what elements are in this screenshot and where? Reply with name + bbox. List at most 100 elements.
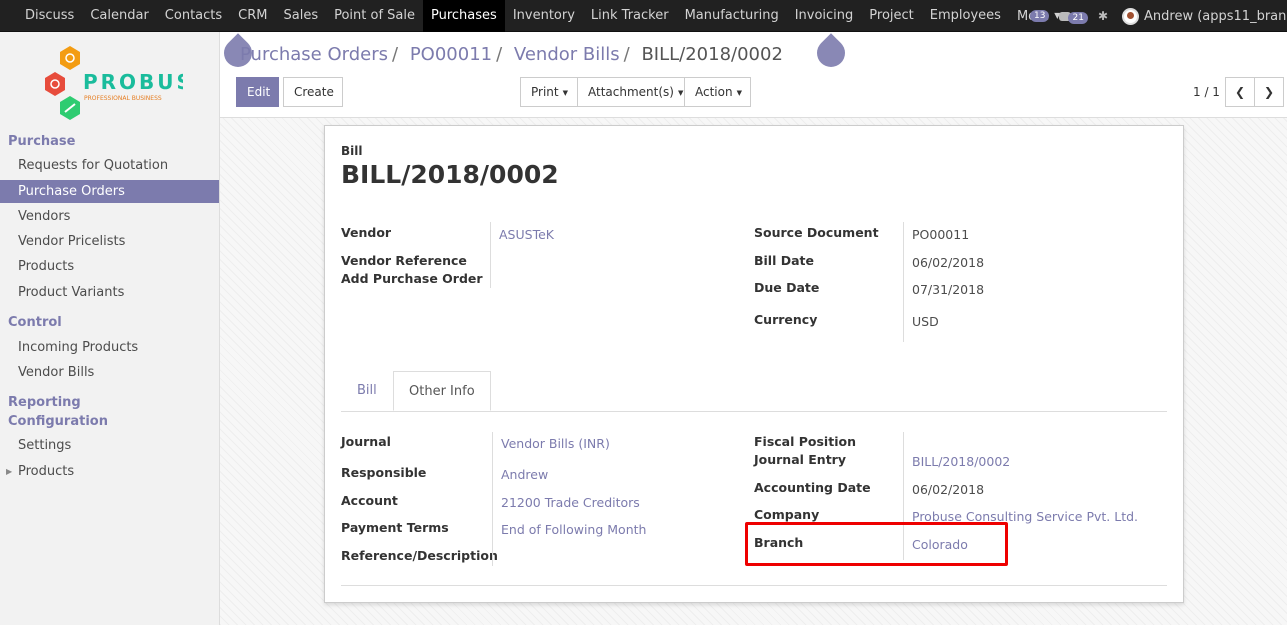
menu-project[interactable]: Project xyxy=(861,0,921,32)
breadcrumb-current: BILL/2018/0002 xyxy=(641,44,783,65)
vendor-reference-label: Vendor Reference xyxy=(341,253,467,268)
accounting-date-label: Accounting Date xyxy=(754,480,871,495)
chevron-right-icon: ❯ xyxy=(1263,85,1275,99)
messages-button[interactable]: 21 xyxy=(1059,9,1088,24)
breadcrumb: Purchase Orders / PO00011/ Vendor Bills / … xyxy=(240,44,783,65)
caret-down-icon: ▼ xyxy=(562,89,568,97)
menu-discuss[interactable]: Discuss xyxy=(0,0,82,32)
breadcrumb-separator: / xyxy=(392,44,399,65)
chevron-left-icon: ❮ xyxy=(1234,85,1246,99)
document-title: BILL/2018/0002 xyxy=(341,160,559,189)
edit-button[interactable]: Edit xyxy=(236,77,279,107)
breadcrumb-separator: / xyxy=(623,44,630,65)
breadcrumb-purchase-orders[interactable]: Purchase Orders xyxy=(240,44,388,65)
bill-date-label: Bill Date xyxy=(754,253,814,268)
sidebar-item-config-products-label: Products xyxy=(18,464,75,479)
breadcrumb-po[interactable]: PO00011 xyxy=(410,44,492,65)
caret-down-icon: ▼ xyxy=(736,89,742,97)
action-dropdown[interactable]: Action ▼ xyxy=(684,77,751,107)
source-document-value: PO00011 xyxy=(912,227,970,242)
due-date-label: Due Date xyxy=(754,280,820,295)
add-purchase-order-label: Add Purchase Order xyxy=(341,271,483,286)
tab-other-info[interactable]: Other Info xyxy=(393,371,491,411)
menu-link-tracker[interactable]: Link Tracker xyxy=(583,0,677,32)
payment-terms-label: Payment Terms xyxy=(341,520,449,535)
menu-purchases[interactable]: Purchases xyxy=(423,0,505,32)
sidebar-item-requests-for-quotation[interactable]: Requests for Quotation xyxy=(0,154,219,177)
menu-crm[interactable]: CRM xyxy=(230,0,275,32)
due-date-value: 07/31/2018 xyxy=(912,282,985,297)
breadcrumb-vendor-bills[interactable]: Vendor Bills xyxy=(514,44,620,65)
source-document-label: Source Document xyxy=(754,225,879,240)
menu-invoicing[interactable]: Invoicing xyxy=(787,0,862,32)
journal-label: Journal xyxy=(341,434,391,449)
field-separator xyxy=(903,222,904,342)
field-separator xyxy=(490,222,491,288)
payment-terms-value[interactable]: End of Following Month xyxy=(501,522,646,537)
sidebar-item-vendor-pricelists[interactable]: Vendor Pricelists xyxy=(0,230,219,253)
vendor-value[interactable]: ASUSTeK xyxy=(499,227,554,242)
breadcrumb-separator: / xyxy=(496,44,503,65)
field-separator xyxy=(492,432,493,566)
logo-text: PROBUSE xyxy=(83,70,183,94)
sidebar-item-settings[interactable]: Settings xyxy=(0,434,219,457)
menu-manufacturing[interactable]: Manufacturing xyxy=(677,0,787,32)
caret-down-icon: ▼ xyxy=(677,89,684,97)
attachments-dropdown[interactable]: Attachment(s) ▼ xyxy=(577,77,685,107)
top-navbar: Discuss Calendar Contacts CRM Sales Poin… xyxy=(0,0,1287,32)
sidebar-section-control[interactable]: Control xyxy=(8,315,62,330)
print-label: Print xyxy=(531,85,559,99)
probuse-logo: PROBUSE PROFESSIONAL BUSINESS xyxy=(45,46,183,120)
sidebar-item-products[interactable]: Products xyxy=(0,255,219,278)
pager-value[interactable]: 1 / 1 xyxy=(1193,85,1220,99)
account-value[interactable]: 21200 Trade Creditors xyxy=(501,495,640,510)
sidebar-item-config-products[interactable]: ▶ Products xyxy=(0,460,219,483)
drop-marker-icon xyxy=(811,33,851,73)
sidebar-item-incoming-products[interactable]: Incoming Products xyxy=(0,336,219,359)
sidebar: PROBUSE PROFESSIONAL BUSINESS Purchase R… xyxy=(0,32,220,625)
sidebar-section-purchase[interactable]: Purchase xyxy=(8,134,75,149)
menu-calendar[interactable]: Calendar xyxy=(82,0,156,32)
attachments-label: Attachment(s) xyxy=(588,85,674,99)
sidebar-item-purchase-orders[interactable]: Purchase Orders xyxy=(0,180,219,203)
menu-sales[interactable]: Sales xyxy=(275,0,326,32)
account-label: Account xyxy=(341,493,398,508)
app-menu: Discuss Calendar Contacts CRM Sales Poin… xyxy=(0,0,1068,32)
responsible-label: Responsible xyxy=(341,465,427,480)
sidebar-section-configuration[interactable]: Configuration xyxy=(8,414,108,429)
sidebar-section-reporting[interactable]: Reporting xyxy=(8,395,81,410)
tab-bill[interactable]: Bill xyxy=(342,371,392,411)
systray: 13 21 ✱ Andrew (apps11_branc... xyxy=(1030,0,1287,32)
activities-badge[interactable]: 13 xyxy=(1030,10,1050,22)
journal-value[interactable]: Vendor Bills (INR) xyxy=(501,436,610,451)
bill-date-value: 06/02/2018 xyxy=(912,255,985,270)
sidebar-item-vendor-bills[interactable]: Vendor Bills xyxy=(0,361,219,384)
action-label: Action xyxy=(695,85,733,99)
accounting-date-value: 06/02/2018 xyxy=(912,482,985,497)
branch-highlight-box xyxy=(745,522,1008,566)
bug-icon[interactable]: ✱ xyxy=(1098,9,1108,23)
user-menu[interactable]: Andrew (apps11_branc... xyxy=(1144,9,1287,24)
print-dropdown[interactable]: Print ▼ xyxy=(520,77,578,107)
logo-tagline: PROFESSIONAL BUSINESS xyxy=(84,95,162,102)
currency-value: USD xyxy=(912,314,939,329)
user-avatar[interactable] xyxy=(1122,7,1139,25)
pager-previous-button[interactable]: ❮ xyxy=(1225,77,1255,107)
sheet-bottom-divider xyxy=(341,585,1167,586)
menu-employees[interactable]: Employees xyxy=(922,0,1009,32)
menu-point-of-sale[interactable]: Point of Sale xyxy=(326,0,423,32)
document-type-label: Bill xyxy=(341,144,363,158)
messages-badge: 21 xyxy=(1068,11,1088,24)
vendor-label: Vendor xyxy=(341,225,392,240)
sidebar-item-product-variants[interactable]: Product Variants xyxy=(0,281,219,304)
responsible-value[interactable]: Andrew xyxy=(501,467,548,482)
menu-contacts[interactable]: Contacts xyxy=(157,0,230,32)
fiscal-position-label: Fiscal Position xyxy=(754,434,856,449)
currency-label: Currency xyxy=(754,312,818,327)
pager-next-button[interactable]: ❯ xyxy=(1254,77,1284,107)
menu-inventory[interactable]: Inventory xyxy=(505,0,583,32)
reference-description-label: Reference/Description xyxy=(341,548,498,563)
create-button[interactable]: Create xyxy=(283,77,343,107)
journal-entry-value[interactable]: BILL/2018/0002 xyxy=(912,454,1010,469)
sidebar-item-vendors[interactable]: Vendors xyxy=(0,205,219,228)
